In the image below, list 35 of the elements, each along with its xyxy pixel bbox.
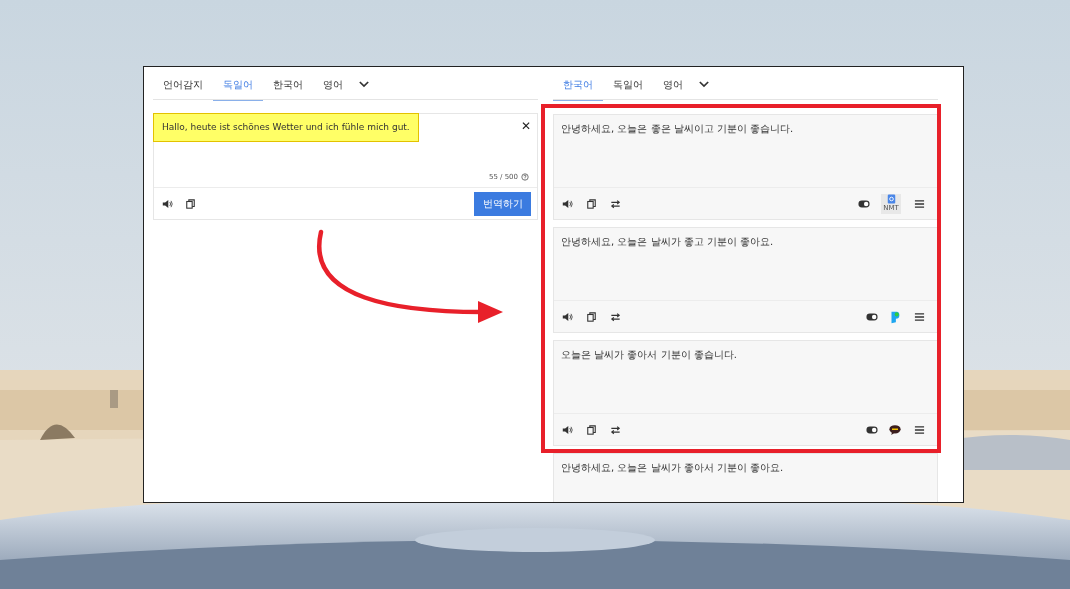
speaker-icon[interactable] — [562, 198, 573, 209]
help-icon[interactable] — [521, 173, 529, 181]
translation-text: 안녕하세요, 오늘은 날씨가 좋아서 기분이 좋아요. — [561, 461, 784, 475]
toggle-switch[interactable] — [858, 199, 870, 208]
copy-icon[interactable] — [185, 198, 196, 209]
engine-logo[interactable] — [889, 422, 901, 437]
menu-icon[interactable] — [914, 424, 925, 435]
translation-text: 안녕하세요, 오늘은 좋은 날씨이고 기분이 좋습니다. — [561, 122, 794, 136]
language-tab[interactable]: 영어 — [313, 68, 353, 101]
language-tab[interactable]: 한국어 — [553, 68, 603, 101]
copy-icon[interactable] — [586, 311, 597, 322]
language-tab[interactable]: 영어 — [653, 68, 693, 101]
swap-icon[interactable] — [610, 311, 621, 322]
translation-text: 오늘은 날씨가 좋아서 기분이 좋습니다. — [561, 348, 737, 362]
language-tab[interactable]: 독일어 — [213, 68, 263, 101]
menu-icon[interactable] — [914, 311, 925, 322]
copy-icon[interactable] — [586, 198, 597, 209]
swap-icon[interactable] — [610, 424, 621, 435]
swap-icon[interactable] — [610, 198, 621, 209]
translation-text: 안녕하세요, 오늘은 날씨가 좋고 기분이 좋아요. — [561, 235, 774, 249]
speaker-icon[interactable] — [162, 198, 173, 209]
copy-icon[interactable] — [586, 424, 597, 435]
language-tab[interactable]: 언어감지 — [153, 68, 213, 101]
language-tab[interactable]: 한국어 — [263, 68, 313, 101]
language-tab[interactable]: 독일어 — [603, 68, 653, 101]
toggle-switch[interactable] — [866, 425, 878, 434]
speaker-icon[interactable] — [562, 424, 573, 435]
menu-icon[interactable] — [914, 198, 925, 209]
chevron-down-icon[interactable] — [699, 80, 709, 88]
close-icon[interactable]: ✕ — [520, 119, 531, 133]
source-text[interactable]: Hallo, heute ist schönes Wetter und ich fühle mich gut. — [153, 113, 419, 142]
speaker-icon[interactable] — [562, 311, 573, 322]
chevron-down-icon[interactable] — [359, 80, 369, 88]
toggle-switch[interactable] — [866, 312, 878, 321]
translate-button[interactable]: 번역하기 — [474, 191, 531, 216]
